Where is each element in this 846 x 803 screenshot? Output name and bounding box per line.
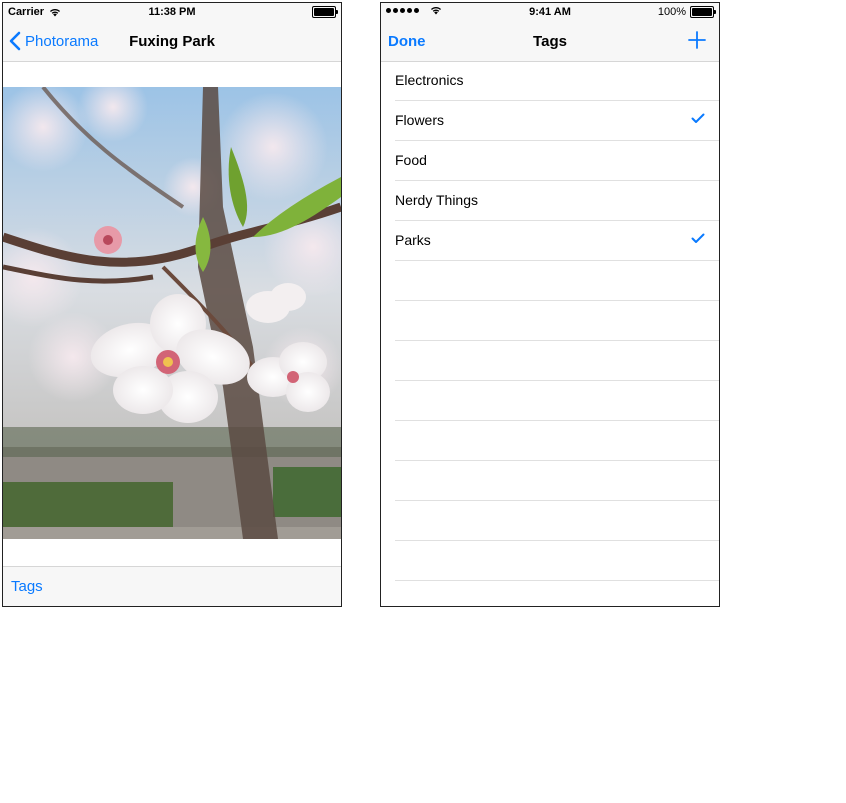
empty-row bbox=[395, 461, 719, 501]
tag-label: Flowers bbox=[395, 112, 445, 128]
plus-icon bbox=[688, 31, 706, 49]
battery-percent: 100% bbox=[657, 6, 686, 18]
tag-row-flowers[interactable]: Flowers bbox=[395, 101, 719, 141]
tag-row-food[interactable]: Food bbox=[395, 141, 719, 181]
checkmark-icon bbox=[691, 233, 705, 243]
tags-table: Electronics Flowers Food Nerdy Things Pa… bbox=[381, 61, 719, 581]
navigation-bar: Done Tags bbox=[381, 23, 719, 62]
empty-row bbox=[395, 381, 719, 421]
add-button[interactable] bbox=[687, 30, 707, 55]
tags-button[interactable]: Tags bbox=[11, 578, 43, 595]
empty-row bbox=[395, 501, 719, 541]
navigation-bar: Photorama Fuxing Park bbox=[3, 23, 341, 62]
page-title: Fuxing Park bbox=[129, 33, 215, 50]
battery-icon bbox=[690, 6, 716, 18]
tag-label: Electronics bbox=[395, 72, 464, 88]
status-time: 11:38 PM bbox=[148, 6, 196, 18]
empty-row bbox=[395, 341, 719, 381]
empty-row bbox=[395, 421, 719, 461]
status-right bbox=[312, 6, 338, 18]
tags-screen: 9:41 AM 100% Done Tags Electronics Flowe… bbox=[380, 2, 720, 607]
status-right: 100% bbox=[657, 6, 716, 18]
status-bar: 9:41 AM 100% bbox=[381, 3, 719, 23]
checkmark-icon bbox=[691, 113, 705, 123]
cherry-blossom-photo bbox=[3, 87, 341, 539]
page-title: Tags bbox=[533, 33, 567, 50]
tag-row-nerdy-things[interactable]: Nerdy Things bbox=[395, 181, 719, 221]
photo-image bbox=[3, 87, 341, 539]
tag-row-parks[interactable]: Parks bbox=[395, 221, 719, 261]
tag-label: Nerdy Things bbox=[395, 192, 479, 208]
bottom-toolbar: Tags bbox=[3, 566, 341, 606]
status-bar: Carrier 11:38 PM bbox=[3, 3, 341, 23]
battery-icon bbox=[312, 6, 338, 18]
tag-label: Parks bbox=[395, 232, 431, 248]
tag-label: Food bbox=[395, 152, 427, 168]
photo-detail-screen: Carrier 11:38 PM Photorama Fuxing Park T… bbox=[2, 2, 342, 607]
empty-row bbox=[395, 541, 719, 581]
tag-row-electronics[interactable]: Electronics bbox=[395, 61, 719, 101]
empty-row bbox=[395, 261, 719, 301]
empty-row bbox=[395, 301, 719, 341]
